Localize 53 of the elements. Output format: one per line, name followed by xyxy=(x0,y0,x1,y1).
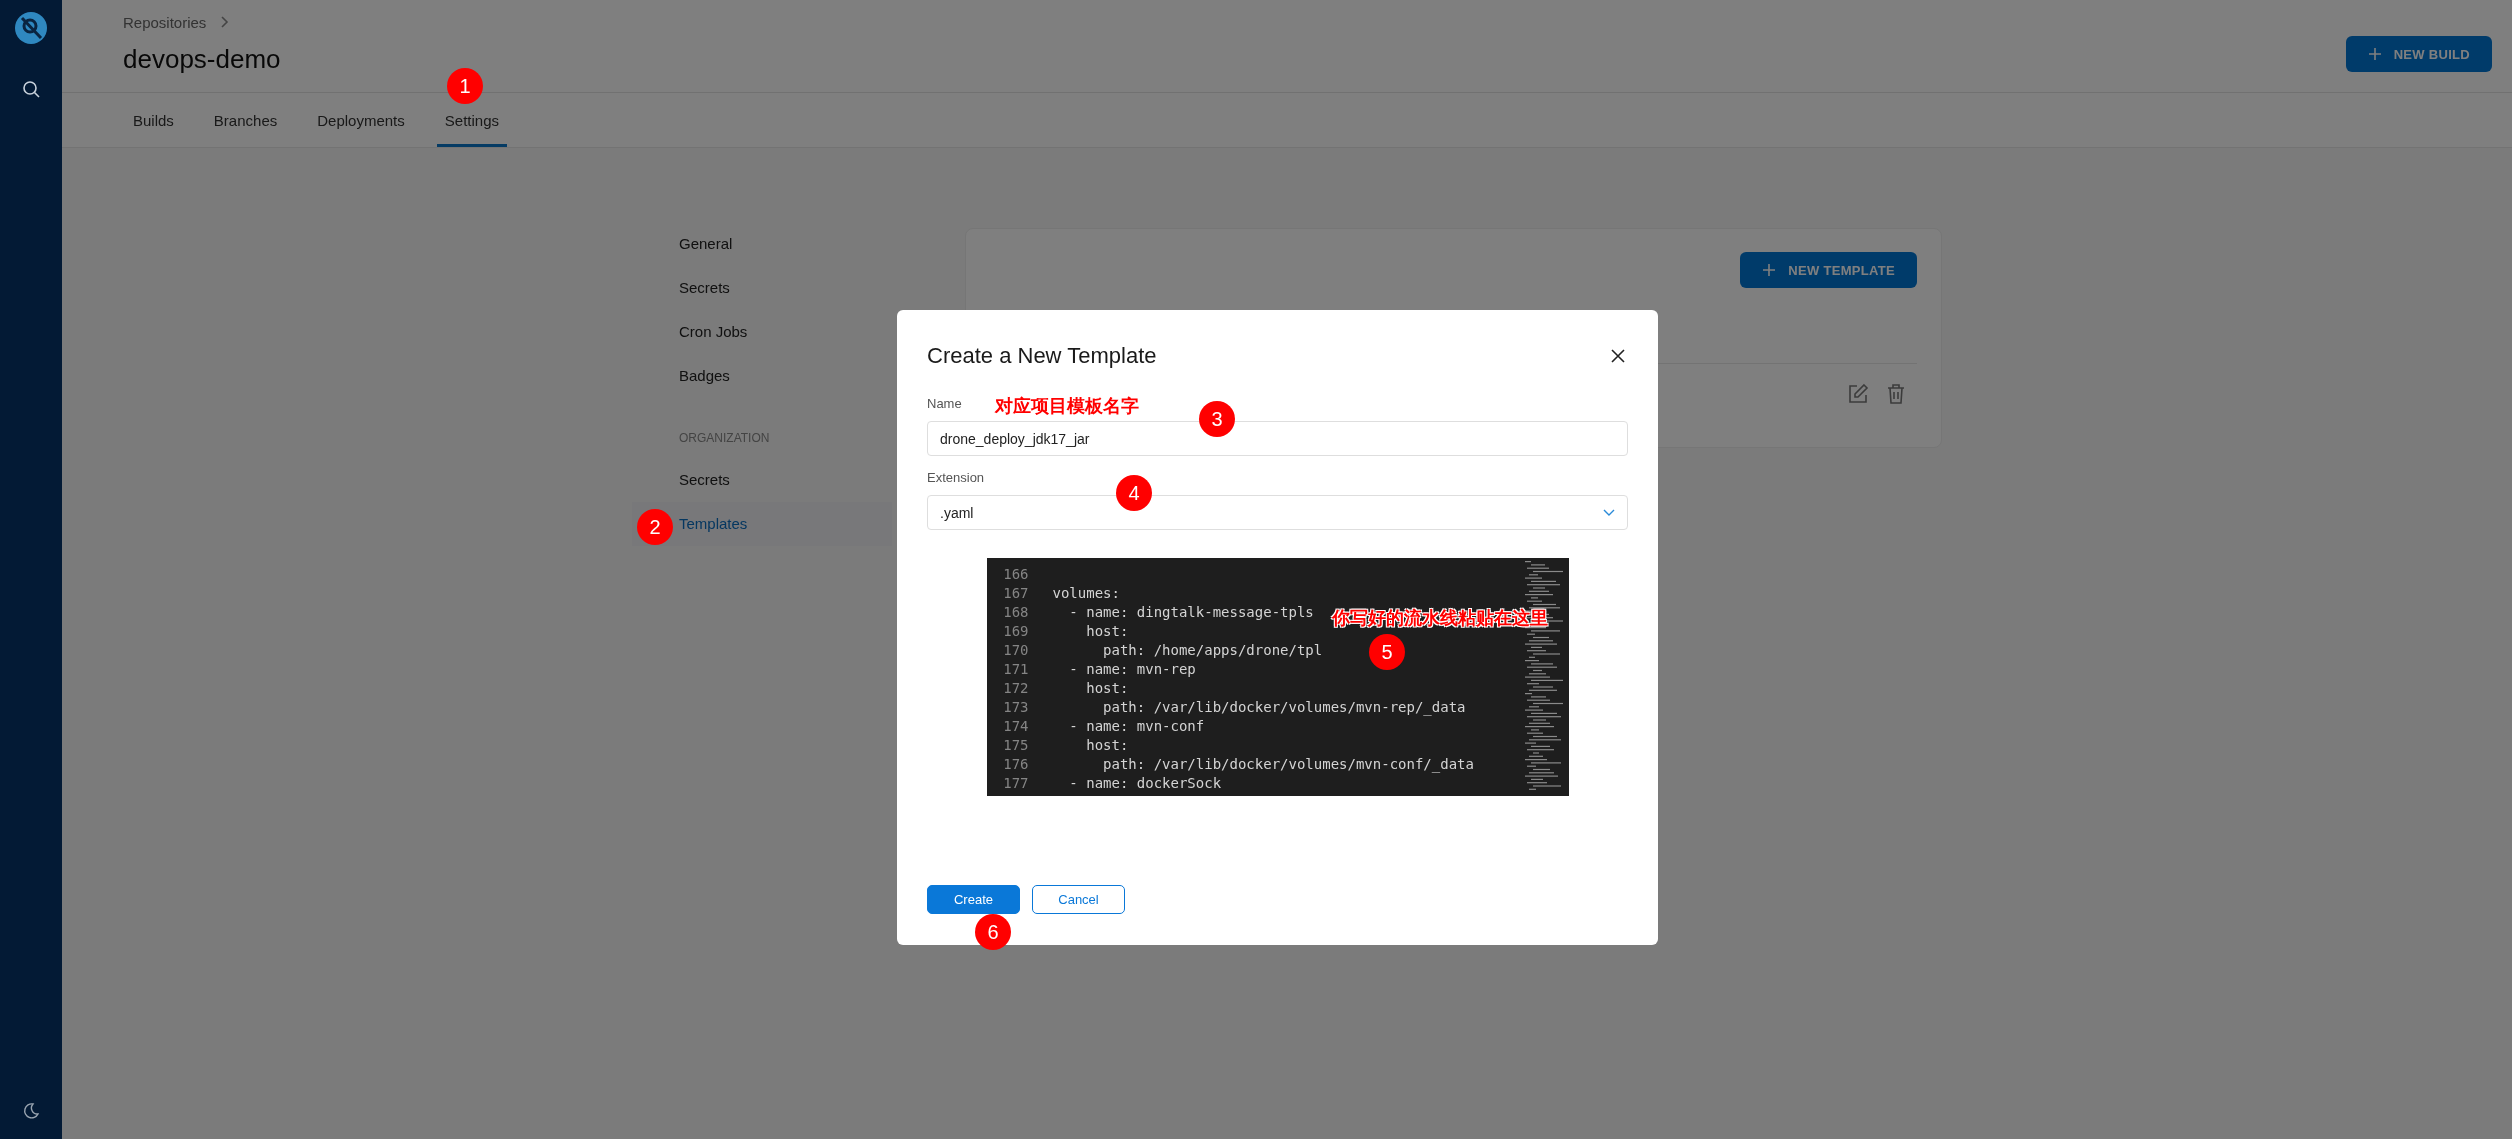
code-line: - name: mvn-conf xyxy=(1068,717,1205,734)
edit-icon[interactable] xyxy=(1847,383,1869,405)
field-label: Name xyxy=(927,396,962,412)
settings-menu-item[interactable]: General xyxy=(632,222,892,266)
plus-icon xyxy=(1762,263,1777,277)
trash-icon[interactable] xyxy=(1885,383,1907,405)
line-number: 168 xyxy=(1002,603,1029,620)
chevron-right-icon xyxy=(220,15,231,29)
code-line: volumes: xyxy=(1052,584,1120,601)
code-line: host: xyxy=(1085,736,1129,753)
settings-menu-item[interactable]: Cron Jobs xyxy=(632,310,892,354)
new-build-button[interactable]: NEW BUILD xyxy=(2345,36,2492,72)
search-icon[interactable] xyxy=(21,79,41,99)
line-number: 166 xyxy=(1002,565,1029,582)
new-template-button[interactable]: NEW TEMPLATE xyxy=(1740,252,1917,288)
code-line: path: /home/apps/drone/tpl xyxy=(1102,641,1323,658)
line-number: 170 xyxy=(1002,641,1029,658)
settings-menu-item[interactable]: Secrets xyxy=(632,266,892,310)
breadcrumb-link[interactable]: Repositories xyxy=(123,13,207,31)
dialog-title: Create a New Template xyxy=(927,343,1157,369)
plus-icon xyxy=(2367,47,2382,61)
settings-menu-item[interactable]: Badges xyxy=(632,354,892,398)
line-number: 173 xyxy=(1002,698,1029,715)
annotation-note: 你写好的流水线粘贴在这里 xyxy=(1332,607,1548,630)
line-number: 167 xyxy=(1002,584,1029,601)
line-number: 174 xyxy=(1002,717,1029,734)
code-line: path: /var/lib/docker/volumes/mvn-rep/_data xyxy=(1102,698,1466,715)
tab[interactable]: Deployments xyxy=(309,112,413,147)
tab[interactable]: Settings xyxy=(436,112,507,147)
tab[interactable]: Branches xyxy=(205,112,286,147)
line-number: 171 xyxy=(1002,660,1029,677)
code-line: - name: dockerSock xyxy=(1068,774,1222,791)
code-line: host: xyxy=(1085,622,1129,639)
annotation-note: 对应项目模板名字 xyxy=(995,395,1139,418)
line-number: 169 xyxy=(1002,622,1029,639)
chevron-down-icon xyxy=(1603,508,1615,517)
code-line: path: /var/lib/docker/volumes/mvn-conf/_data xyxy=(1102,755,1474,772)
code-line: - name: dingtalk-message-tpls xyxy=(1068,603,1314,620)
settings-menu-item[interactable]: Secrets xyxy=(632,458,892,502)
moon-icon[interactable] xyxy=(21,1101,41,1121)
close-icon[interactable] xyxy=(1610,348,1626,364)
code-line: host: xyxy=(1085,679,1129,696)
line-number: 172 xyxy=(1002,679,1029,696)
line-number: 176 xyxy=(1002,755,1029,772)
line-number: 175 xyxy=(1002,736,1029,753)
tab[interactable]: Builds xyxy=(125,112,182,147)
logo-icon[interactable] xyxy=(14,11,48,45)
line-number: 177 xyxy=(1002,774,1029,791)
repo-title: devops-demo xyxy=(123,44,281,75)
cancel-button[interactable]: Cancel xyxy=(1032,885,1125,914)
field-label: Extension xyxy=(927,470,985,486)
create-button[interactable]: Create xyxy=(927,885,1020,914)
code-line: - name: mvn-rep xyxy=(1068,660,1196,677)
